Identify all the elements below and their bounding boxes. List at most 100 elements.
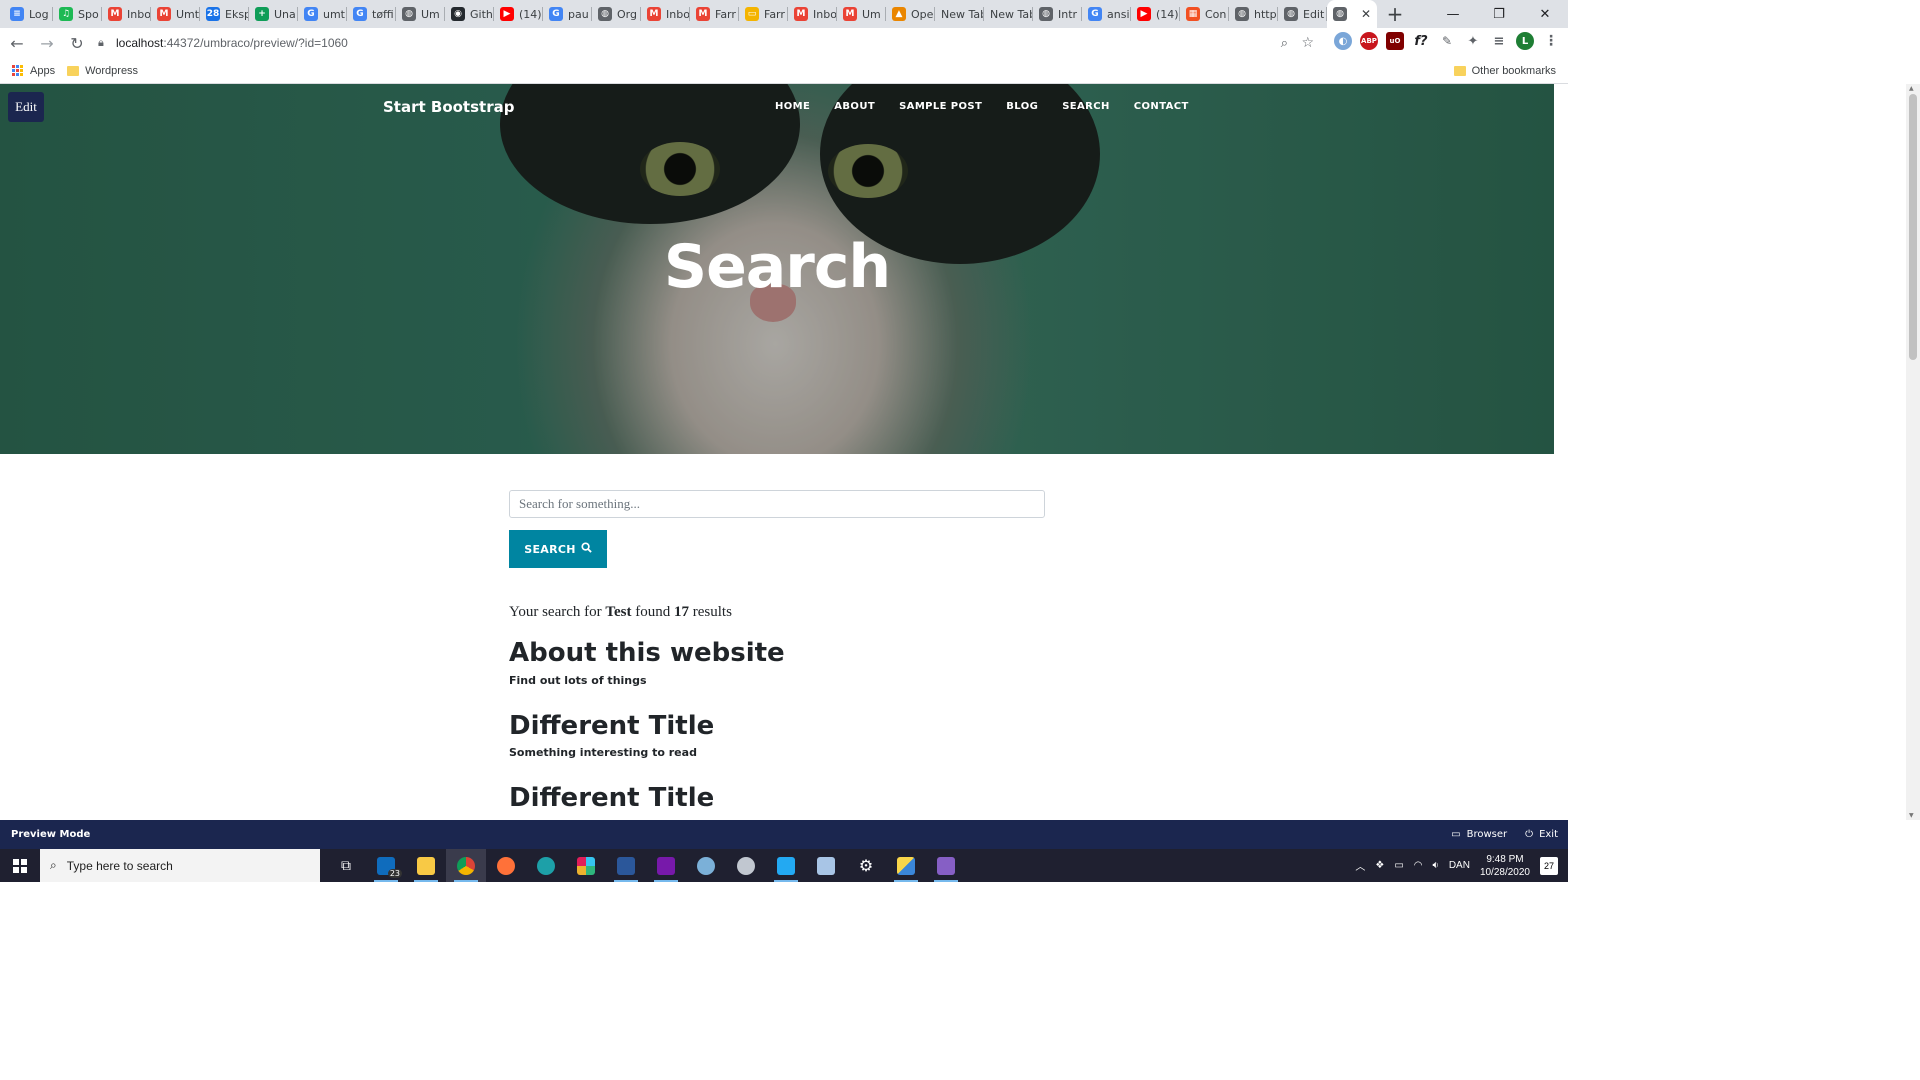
profile-avatar[interactable]: L (1516, 32, 1534, 50)
browser-tab[interactable]: Gpau (543, 0, 592, 28)
browser-tab[interactable]: Gumt (298, 0, 347, 28)
browser-tab[interactable]: ◍ Org (592, 0, 641, 28)
zoom-icon[interactable]: ⌕ (1281, 36, 1288, 51)
close-tab-icon[interactable]: ✕ (1361, 7, 1371, 21)
browser-tab[interactable]: ◍ Um (396, 0, 445, 28)
browser-tab-active[interactable]: ◍ ✕ (1327, 0, 1377, 28)
sticky-app-icon[interactable] (886, 849, 926, 882)
input-language[interactable]: DAN (1449, 860, 1470, 871)
browser-tab[interactable]: M Umt (151, 0, 200, 28)
search-input[interactable] (509, 490, 1045, 518)
clock[interactable]: 9:48 PM 10/28/2020 (1480, 853, 1530, 879)
task-view-icon[interactable]: ⧉ (326, 849, 366, 882)
browser-tab[interactable]: M Farr (690, 0, 739, 28)
browser-tab[interactable]: New Tab (935, 0, 984, 28)
result-title[interactable]: Different Title (509, 784, 1045, 813)
extensions-puzzle-icon[interactable]: ✦ (1464, 32, 1482, 50)
nav-sample-post[interactable]: SAMPLE POST (899, 101, 982, 112)
volume-icon[interactable]: 🔉︎ (1433, 860, 1439, 871)
onenote-icon[interactable] (646, 849, 686, 882)
slack-icon[interactable] (566, 849, 606, 882)
menu-kebab-icon[interactable]: ⋮ (1542, 32, 1560, 50)
browser-tab[interactable]: ◍ Edit (1278, 0, 1327, 28)
result-title[interactable]: Different Title (509, 711, 1045, 741)
visual-studio-icon[interactable] (926, 849, 966, 882)
nav-home[interactable]: HOME (775, 101, 810, 112)
file-explorer-icon[interactable] (406, 849, 446, 882)
scroll-down-arrow-icon[interactable]: ▼ (1909, 812, 1914, 819)
search-result-item[interactable]: Different Title (509, 784, 1045, 813)
site-brand[interactable]: Start Bootstrap (383, 98, 514, 116)
browser-tab[interactable]: New Tab (984, 0, 1033, 28)
scrollbar-thumb[interactable] (1909, 94, 1917, 360)
browser-tab[interactable]: ◍ Intr (1033, 0, 1082, 28)
preview-exit-button[interactable]: ⏻ Exit (1525, 829, 1558, 840)
archive-app-icon[interactable] (806, 849, 846, 882)
restore-button[interactable]: ❐ (1476, 0, 1522, 28)
browser-tab[interactable]: ◉ Gith (445, 0, 494, 28)
new-tab-button[interactable]: + (1383, 2, 1407, 26)
adblock-icon[interactable]: ABP (1360, 32, 1378, 50)
nav-search[interactable]: SEARCH (1062, 101, 1110, 112)
notification-center-button[interactable]: 27 (1540, 856, 1558, 875)
nav-contact[interactable]: CONTACT (1134, 101, 1189, 112)
result-title[interactable]: About this website (509, 639, 1045, 668)
dropbox-icon[interactable]: ❖ (1375, 860, 1384, 871)
browser-tab[interactable]: M Inbo (102, 0, 151, 28)
browser-tab[interactable]: ▲ Ope (886, 0, 935, 28)
media-control-icon[interactable]: ≡ (1490, 32, 1508, 50)
browser-tab[interactable]: ♫ Spo (53, 0, 102, 28)
browser-tab[interactable]: M Inbo (788, 0, 837, 28)
wifi-icon[interactable]: ◠ (1414, 860, 1423, 871)
page-scrollbar[interactable]: ▲ ▼ (1906, 84, 1920, 820)
battery-icon[interactable]: ▭ (1394, 860, 1403, 871)
browser-tab[interactable]: M Um (837, 0, 886, 28)
address-bar[interactable]: 🔒︎ localhost:44372/umbraco/preview/?id=1… (88, 30, 1328, 56)
browser-tab[interactable]: Gtøffi (347, 0, 396, 28)
minimize-button[interactable]: — (1430, 0, 1476, 28)
eyedropper-icon[interactable]: ✎ (1438, 32, 1456, 50)
bookmark-wordpress[interactable]: Wordpress (67, 65, 138, 77)
nav-blog[interactable]: BLOG (1006, 101, 1038, 112)
browser-tab[interactable]: Gansi (1082, 0, 1131, 28)
browser-tab[interactable]: M Inbo (641, 0, 690, 28)
browser-tab[interactable]: ≡ Log (4, 0, 53, 28)
preview-browser-button[interactable]: ▭ Browser (1451, 829, 1507, 840)
browser-tab[interactable]: 28 Eksp (200, 0, 249, 28)
vscode-icon[interactable] (766, 849, 806, 882)
back-button[interactable]: ← (4, 30, 30, 56)
search-button[interactable]: SEARCH (509, 530, 607, 568)
font-extension-icon[interactable]: f? (1412, 32, 1430, 50)
browser-tab[interactable]: ▶ (14) (1131, 0, 1180, 28)
word-icon[interactable] (606, 849, 646, 882)
bookmark-star-icon[interactable]: ☆ (1301, 35, 1314, 51)
umbraco-edit-button[interactable]: Edit (8, 92, 44, 122)
extension-icon[interactable]: ◐ (1334, 32, 1352, 50)
paint3d-icon[interactable] (726, 849, 766, 882)
mail-app-icon[interactable]: 23 (366, 849, 406, 882)
browser-tab[interactable]: + Una (249, 0, 298, 28)
scroll-up-arrow-icon[interactable]: ▲ (1909, 85, 1914, 92)
close-window-button[interactable]: ✕ (1522, 0, 1568, 28)
firefox-icon[interactable] (486, 849, 526, 882)
chrome-icon[interactable] (446, 849, 486, 882)
tab-title: Una (274, 7, 296, 21)
ublock-icon[interactable]: uO (1386, 32, 1404, 50)
browser-tab[interactable]: ▶ (14) (494, 0, 543, 28)
show-hidden-icons-chevron-icon[interactable]: ︿ (1355, 858, 1365, 873)
edge-icon[interactable] (526, 849, 566, 882)
browser-tab[interactable]: ◍ http (1229, 0, 1278, 28)
nav-about[interactable]: ABOUT (834, 101, 875, 112)
browser-tab[interactable]: ▦ Con (1180, 0, 1229, 28)
reload-button[interactable]: ↻ (64, 30, 90, 56)
bookmark-other[interactable]: Other bookmarks (1453, 65, 1556, 77)
settings-gear-icon[interactable]: ⚙ (846, 849, 886, 882)
search-result-item[interactable]: Different Title Something interesting to… (509, 711, 1045, 759)
paint-app-icon[interactable] (686, 849, 726, 882)
bookmark-apps[interactable]: Apps (12, 64, 55, 77)
browser-tab[interactable]: ▭ Farr (739, 0, 788, 28)
start-button[interactable] (0, 849, 40, 882)
search-result-item[interactable]: About this website Find out lots of thin… (509, 639, 1045, 687)
forward-button[interactable]: → (34, 30, 60, 56)
taskbar-search-box[interactable]: ⌕ Type here to search (40, 849, 320, 882)
